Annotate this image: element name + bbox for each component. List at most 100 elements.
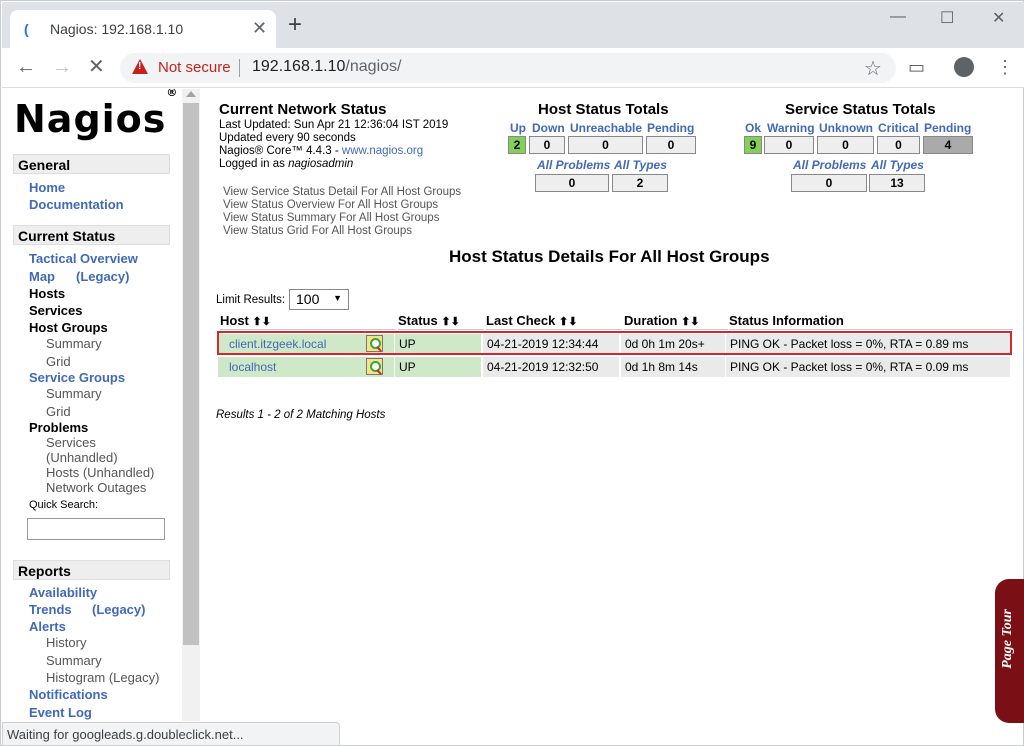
core-version: Nagios® Core™ 4.4.3 - www.nagios.org <box>219 145 423 157</box>
minimize-button[interactable]: — <box>890 8 906 26</box>
view-status-overview-link[interactable]: View Status Overview For All Host Groups <box>223 199 438 211</box>
limit-results-label: Limit Results: <box>216 294 286 306</box>
section-reports: Reports <box>13 560 170 580</box>
stop-loading-button[interactable]: ✕ <box>88 56 105 78</box>
nav-documentation[interactable]: Documentation <box>29 197 124 212</box>
nav-host-groups-summary[interactable]: Summary <box>46 336 102 351</box>
back-button[interactable]: ← <box>16 56 36 78</box>
service-critical-label[interactable]: Critical <box>878 121 919 135</box>
service-ok-count[interactable]: 9 <box>744 136 762 154</box>
nav-network-outages[interactable]: Network Outages <box>46 480 146 495</box>
service-critical-count[interactable]: 0 <box>877 136 920 154</box>
window-close-button[interactable]: ✕ <box>992 8 1005 28</box>
duration: 0d 1h 8m 14s <box>621 357 725 377</box>
browser-toolbar: ← → ✕ Not secure 192.168.1.10/nagios/ ☆ … <box>2 48 1024 88</box>
forward-button[interactable]: → <box>52 56 72 78</box>
service-warning-count[interactable]: 0 <box>764 136 814 154</box>
nagios-org-link[interactable]: www.nagios.org <box>342 145 423 157</box>
host-up-label[interactable]: Up <box>510 121 526 135</box>
nav-services[interactable]: Services <box>29 303 83 318</box>
service-all-types-count[interactable]: 13 <box>869 174 925 192</box>
nav-map[interactable]: Map <box>29 269 55 284</box>
host-all-types-count[interactable]: 2 <box>612 174 668 192</box>
profile-avatar-icon[interactable] <box>954 57 974 77</box>
col-last-check-label: Last Check <box>486 313 556 328</box>
service-all-problems-label[interactable]: All Problems <box>793 158 866 172</box>
sort-arrows-icon[interactable]: ⬆⬇ <box>253 316 271 328</box>
host-all-problems-label[interactable]: All Problems <box>537 158 610 172</box>
nav-problem-services-unhandled[interactable]: (Unhandled) <box>46 450 118 465</box>
nav-event-log[interactable]: Event Log <box>29 705 92 720</box>
nav-service-groups-summary[interactable]: Summary <box>46 386 102 401</box>
nav-trends-legacy[interactable]: (Legacy) <box>92 602 145 617</box>
tab-strip: ( Nagios: 192.168.1.10 ✕ + — ☐ ✕ <box>2 2 1024 48</box>
host-pending-label[interactable]: Pending <box>647 121 694 135</box>
view-status-grid-link[interactable]: View Status Grid For All Host Groups <box>223 225 412 237</box>
new-tab-button[interactable]: + <box>288 13 302 37</box>
nav-service-groups[interactable]: Service Groups <box>29 370 125 385</box>
nav-problem-services[interactable]: Services <box>46 435 96 450</box>
col-duration: Duration ⬆⬇ <box>624 313 728 330</box>
host-down-count[interactable]: 0 <box>529 136 565 154</box>
scroll-up-arrow-icon[interactable] <box>186 91 196 97</box>
warning-icon[interactable] <box>132 59 148 74</box>
tab-close-icon[interactable]: ✕ <box>252 18 267 38</box>
logged-in-as: Logged in as nagiosadmin <box>219 158 353 170</box>
current-network-status-title: Current Network Status <box>219 101 387 118</box>
view-status-summary-link[interactable]: View Status Summary For All Host Groups <box>223 212 439 224</box>
host-pending-count[interactable]: 0 <box>646 136 696 154</box>
nav-alerts-histogram[interactable]: Histogram (Legacy) <box>46 670 159 685</box>
host-all-types-label[interactable]: All Types <box>614 158 667 172</box>
page-tour-label: Page Tour <box>1000 609 1015 669</box>
sort-arrows-icon[interactable]: ⬆⬇ <box>559 316 577 328</box>
tab-nagios[interactable]: ( Nagios: 192.168.1.10 ✕ <box>10 10 276 48</box>
service-ok-label[interactable]: Ok <box>745 121 761 135</box>
nav-trends[interactable]: Trends <box>29 602 72 617</box>
nav-map-legacy[interactable]: (Legacy) <box>76 269 129 284</box>
view-service-details-icon[interactable] <box>366 358 383 375</box>
service-pending-label[interactable]: Pending <box>924 121 971 135</box>
host-unreachable-count[interactable]: 0 <box>568 136 643 154</box>
service-unknown-count[interactable]: 0 <box>817 136 874 154</box>
sort-arrows-icon[interactable]: ⬆⬇ <box>441 316 459 328</box>
page-tour-button[interactable]: Page Tour <box>995 579 1024 723</box>
service-warning-label[interactable]: Warning <box>767 121 815 135</box>
nav-problems[interactable]: Problems <box>29 420 88 435</box>
service-pending-count[interactable]: 4 <box>923 136 973 154</box>
nav-hosts[interactable]: Hosts <box>29 286 65 301</box>
scroll-thumb[interactable] <box>183 103 199 645</box>
logged-in-user: nagiosadmin <box>288 158 354 170</box>
sidebar-scrollbar[interactable] <box>182 89 200 721</box>
view-service-status-detail-link[interactable]: View Service Status Detail For All Host … <box>223 186 461 198</box>
maximize-button[interactable]: ☐ <box>940 8 954 28</box>
quick-search-input[interactable] <box>27 518 165 540</box>
sort-arrows-icon[interactable]: ⬆⬇ <box>681 316 699 328</box>
nav-tactical-overview[interactable]: Tactical Overview <box>29 251 138 266</box>
service-unknown-label[interactable]: Unknown <box>819 121 873 135</box>
url-text[interactable]: 192.168.1.10/nagios/ <box>252 58 401 76</box>
nav-availability[interactable]: Availability <box>29 585 97 600</box>
nav-alerts-history[interactable]: History <box>46 635 86 650</box>
nav-alerts[interactable]: Alerts <box>29 619 66 634</box>
host-down-label[interactable]: Down <box>532 121 565 135</box>
nav-home[interactable]: Home <box>29 180 65 195</box>
limit-results-select[interactable]: 100 <box>289 289 349 310</box>
not-secure-label[interactable]: Not secure <box>158 59 231 76</box>
nagios-logo[interactable]: Nagios® <box>14 89 178 141</box>
cast-icon[interactable]: ▭ <box>908 57 925 77</box>
host-unreachable-label[interactable]: Unreachable <box>570 121 642 135</box>
chrome-menu-icon[interactable]: ⋮ <box>996 57 1014 77</box>
host-up-count[interactable]: 2 <box>508 136 526 154</box>
nav-problem-hosts-unhandled[interactable]: Hosts (Unhandled) <box>46 465 154 480</box>
nav-alerts-summary[interactable]: Summary <box>46 653 102 668</box>
nav-host-groups[interactable]: Host Groups <box>29 320 108 335</box>
service-all-types-label[interactable]: All Types <box>871 158 924 172</box>
nav-notifications[interactable]: Notifications <box>29 687 108 702</box>
col-last-check: Last Check ⬆⬇ <box>486 313 622 330</box>
nav-service-groups-grid[interactable]: Grid <box>46 404 71 419</box>
nav-host-groups-grid[interactable]: Grid <box>46 354 71 369</box>
host-all-problems-count[interactable]: 0 <box>535 174 609 192</box>
service-all-problems-count[interactable]: 0 <box>791 174 867 192</box>
bookmark-star-icon[interactable]: ☆ <box>864 56 882 81</box>
address-bar[interactable]: Not secure 192.168.1.10/nagios/ ☆ <box>120 53 896 83</box>
